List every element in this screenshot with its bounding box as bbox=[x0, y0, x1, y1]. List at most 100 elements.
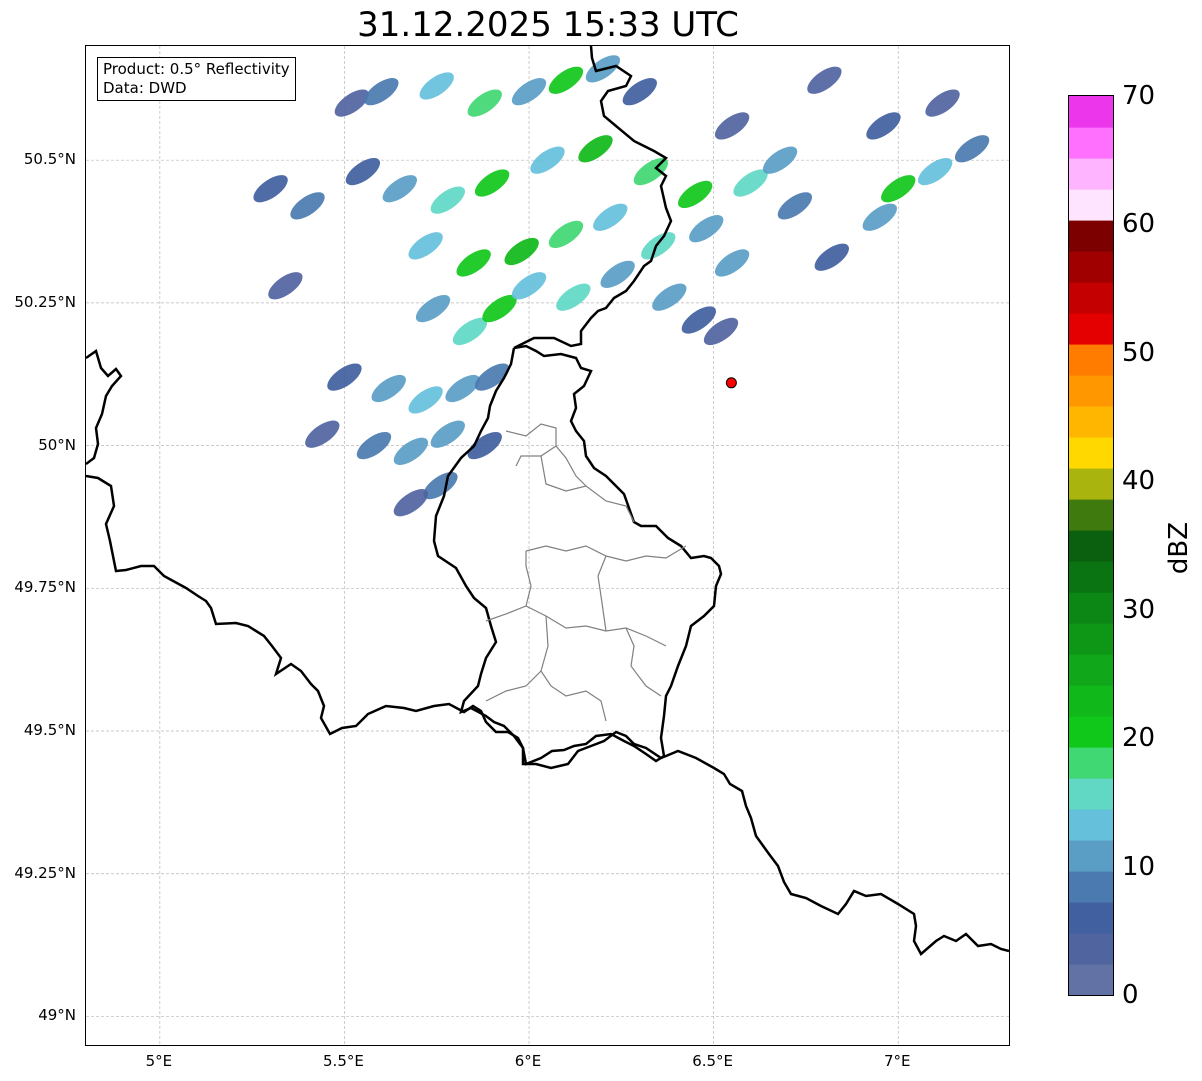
colorbar-swatch bbox=[1069, 716, 1113, 748]
colorbar-swatch bbox=[1069, 561, 1113, 593]
reflectivity-cell bbox=[408, 232, 443, 260]
lat-tick-label: 49.25°N bbox=[14, 863, 76, 882]
product-label: Product: 0.5° Reflectivity bbox=[103, 60, 290, 78]
colorbar-swatch bbox=[1069, 220, 1113, 252]
luxembourg-cantons bbox=[485, 423, 687, 722]
reflectivity-cell bbox=[862, 203, 897, 231]
reflectivity-cell bbox=[408, 386, 443, 414]
reflectivity-cell bbox=[593, 203, 628, 231]
reflectivity-cell bbox=[641, 232, 676, 260]
colorbar-swatch bbox=[1069, 313, 1113, 345]
lat-tick-label: 49.75°N bbox=[14, 578, 76, 597]
country-borders bbox=[86, 46, 1009, 956]
reflectivity-cell bbox=[430, 420, 465, 448]
reflectivity-cell bbox=[714, 112, 750, 140]
colorbar-swatch bbox=[1069, 933, 1113, 965]
colorbar-tick-label: 60 bbox=[1122, 209, 1156, 240]
reflectivity-cell bbox=[652, 283, 687, 311]
lon-tick-label: 6°E bbox=[514, 1052, 542, 1070]
reflectivity-cell bbox=[467, 89, 502, 117]
colorbar-swatch bbox=[1069, 685, 1113, 717]
reflectivity-cell bbox=[917, 157, 953, 186]
colorbar-swatch bbox=[1069, 96, 1113, 128]
colorbar bbox=[1068, 95, 1114, 996]
reflectivity-cell bbox=[305, 420, 340, 448]
colorbar-swatch bbox=[1069, 654, 1113, 686]
colorbar-swatch bbox=[1069, 809, 1113, 841]
border-luxembourg bbox=[432, 344, 723, 766]
colorbar-swatch bbox=[1069, 840, 1113, 872]
colorbar-swatch bbox=[1069, 282, 1113, 314]
reflectivity-cell bbox=[578, 135, 613, 163]
map-title: 31.12.2025 15:33 UTC bbox=[357, 5, 739, 45]
colorbar-swatch bbox=[1069, 623, 1113, 655]
colorbar-swatch bbox=[1069, 530, 1113, 562]
colorbar-swatch bbox=[1069, 189, 1113, 221]
map-canvas bbox=[86, 46, 1009, 1045]
lon-tick-label: 5.5°E bbox=[323, 1052, 364, 1070]
radar-site-marker bbox=[725, 377, 737, 389]
reflectivity-cell bbox=[345, 157, 381, 186]
lat-tick-label: 50°N bbox=[38, 435, 76, 454]
reflectivity-cell bbox=[600, 260, 635, 288]
reflectivity-cell bbox=[253, 175, 288, 203]
reflectivity-layer bbox=[253, 55, 990, 517]
lat-tick-label: 49°N bbox=[38, 1006, 76, 1025]
reflectivity-cell bbox=[456, 249, 491, 277]
reflectivity-cell bbox=[689, 215, 724, 243]
colorbar-swatch bbox=[1069, 468, 1113, 500]
colorbar-tick-label: 10 bbox=[1122, 851, 1156, 882]
colorbar-swatch bbox=[1069, 902, 1113, 934]
reflectivity-cell bbox=[371, 374, 406, 403]
reflectivity-cell bbox=[556, 283, 591, 311]
colorbar-tick-label: 40 bbox=[1122, 466, 1156, 497]
border-belgium-west bbox=[86, 348, 123, 465]
lat-tick-label: 49.5°N bbox=[23, 721, 76, 740]
reflectivity-cell bbox=[430, 186, 465, 214]
colorbar-tick-label: 70 bbox=[1122, 81, 1156, 111]
reflectivity-cell bbox=[777, 192, 813, 220]
colorbar-tick-label: 30 bbox=[1122, 594, 1156, 625]
colorbar-swatch bbox=[1069, 871, 1113, 903]
reflectivity-cell bbox=[467, 431, 502, 460]
reflectivity-cell bbox=[814, 243, 849, 271]
reflectivity-cell bbox=[925, 89, 960, 117]
reflectivity-cell bbox=[268, 272, 303, 300]
reflectivity-cell bbox=[415, 294, 451, 323]
data-source-label: Data: DWD bbox=[103, 79, 187, 97]
colorbar-tick-label: 50 bbox=[1122, 337, 1156, 368]
reflectivity-cell bbox=[807, 66, 842, 94]
colorbar-swatch bbox=[1069, 499, 1113, 531]
colorbar-swatches bbox=[1069, 96, 1113, 995]
lon-tick-label: 7°E bbox=[883, 1052, 911, 1070]
reflectivity-cell bbox=[419, 72, 454, 100]
colorbar-swatch bbox=[1069, 964, 1113, 995]
reflectivity-cell bbox=[954, 135, 990, 163]
border-france-north bbox=[86, 474, 1009, 956]
colorbar-swatch bbox=[1069, 158, 1113, 190]
colorbar-swatch bbox=[1069, 406, 1113, 438]
colorbar-label: dBZ bbox=[1164, 521, 1194, 575]
reflectivity-cell bbox=[678, 180, 713, 209]
lat-tick-label: 50.25°N bbox=[14, 292, 76, 311]
reflectivity-cell bbox=[382, 175, 417, 203]
colorbar-swatch bbox=[1069, 127, 1113, 159]
lat-tick-label: 50.5°N bbox=[23, 150, 76, 169]
radar-map[interactable] bbox=[85, 45, 1010, 1046]
colorbar-swatch bbox=[1069, 437, 1113, 469]
colorbar-swatch bbox=[1069, 375, 1113, 407]
reflectivity-cell bbox=[504, 237, 539, 266]
lon-tick-label: 6.5°E bbox=[692, 1052, 734, 1070]
colorbar-swatch bbox=[1069, 592, 1113, 624]
lon-tick-label: 5°E bbox=[145, 1052, 173, 1070]
reflectivity-cell bbox=[548, 66, 584, 94]
colorbar-tick-label: 20 bbox=[1122, 723, 1156, 754]
colorbar-swatch bbox=[1069, 778, 1113, 810]
colorbar-swatch bbox=[1069, 747, 1113, 779]
colorbar-tick-label: 0 bbox=[1122, 980, 1139, 1010]
reflectivity-cell bbox=[393, 437, 429, 465]
reflectivity-cell bbox=[290, 192, 325, 220]
colorbar-swatch bbox=[1069, 251, 1113, 283]
reflectivity-cell bbox=[714, 249, 750, 277]
reflectivity-cell bbox=[622, 78, 657, 106]
